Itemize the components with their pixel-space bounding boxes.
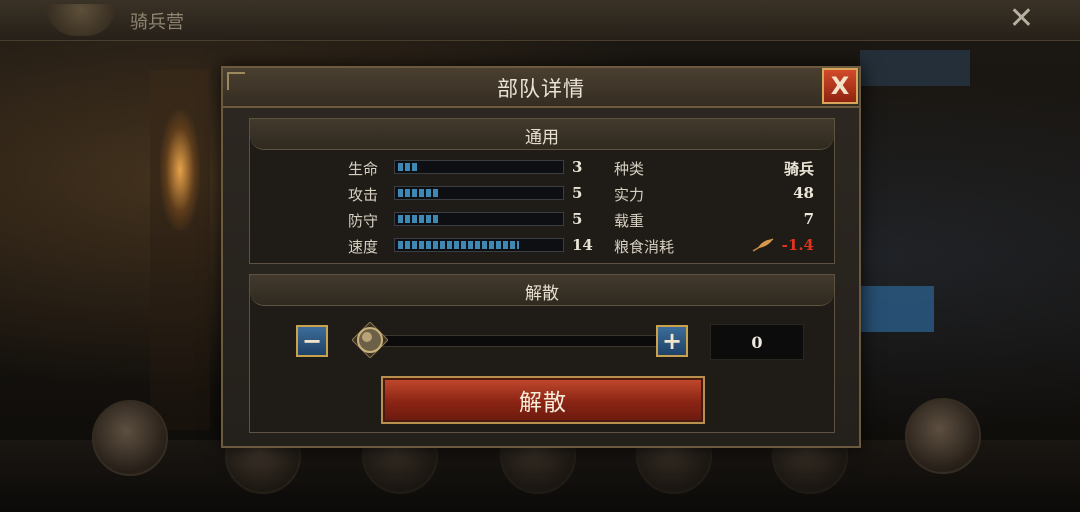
stat-bar — [394, 186, 564, 200]
stat-value: 14 — [572, 236, 593, 254]
decrease-button[interactable]: − — [296, 325, 328, 357]
screen-close-icon[interactable]: ✕ — [1009, 2, 1034, 36]
stat-bar-fill — [398, 241, 519, 249]
stat-label: 生命 — [347, 160, 378, 178]
unit-portrait — [905, 398, 981, 474]
bg-panel — [860, 50, 970, 86]
quantity-field[interactable]: 0 — [710, 324, 804, 360]
lamp-decor — [160, 110, 200, 230]
stat-bar — [394, 238, 564, 252]
disband-section: 解散 − + 0 解散 — [249, 274, 835, 433]
quantity-slider-track[interactable] — [368, 335, 660, 347]
disband-button[interactable]: 解散 — [381, 376, 705, 424]
troop-details-dialog: 部队详情 X 通用 生命 3 种类 骑兵 攻击 5 实力 48 防守 5 载重 — [221, 66, 861, 448]
stat-bar — [394, 160, 564, 174]
slider-knob-icon[interactable] — [352, 322, 388, 358]
minus-icon: − — [301, 327, 323, 355]
unit-portrait — [92, 400, 168, 476]
info-label: 种类 — [614, 160, 645, 178]
general-section: 通用 生命 3 种类 骑兵 攻击 5 实力 48 防守 5 载重 7 速度 14 — [249, 118, 835, 264]
bg-button — [856, 286, 934, 332]
info-label: 载重 — [614, 212, 645, 230]
info-value: 48 — [793, 184, 814, 202]
stat-row-defense: 防守 5 载重 7 — [250, 207, 834, 231]
stat-bar — [394, 212, 564, 226]
stat-value: 3 — [572, 158, 583, 176]
stat-row-health: 生命 3 种类 骑兵 — [250, 155, 834, 179]
stat-row-speed: 速度 14 粮食消耗 -1.4 — [250, 233, 834, 257]
stat-label: 防守 — [347, 212, 378, 230]
increase-button[interactable]: + — [656, 325, 688, 357]
dialog-header: 部队详情 X — [223, 68, 859, 108]
info-label: 实力 — [614, 186, 645, 204]
dialog-title: 部队详情 — [497, 77, 585, 101]
close-button[interactable]: X — [822, 68, 858, 104]
stat-row-attack: 攻击 5 实力 48 — [250, 181, 834, 205]
info-value: 7 — [803, 210, 814, 228]
stat-bar-fill — [398, 189, 440, 197]
stat-value: 5 — [572, 210, 583, 228]
section-title: 解散 — [525, 284, 559, 304]
info-value: 骑兵 — [783, 160, 814, 178]
stat-label: 速度 — [347, 238, 378, 256]
stat-value: 5 — [572, 184, 583, 202]
stat-label: 攻击 — [347, 186, 378, 204]
plus-icon: + — [661, 327, 683, 355]
screen-title: 骑兵营 — [130, 12, 184, 33]
close-icon: X — [830, 72, 850, 100]
section-header: 通用 — [250, 119, 834, 150]
stat-bar-fill — [398, 215, 440, 223]
section-title: 通用 — [525, 128, 559, 148]
food-consumption-value: -1.4 — [781, 236, 814, 254]
info-label: 粮食消耗 — [614, 238, 675, 256]
stat-bar-fill — [398, 163, 419, 171]
section-header: 解散 — [250, 275, 834, 306]
